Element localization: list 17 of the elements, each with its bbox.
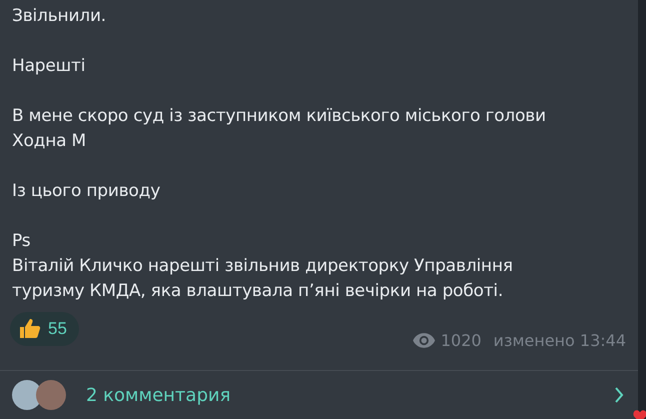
message-text: Звільнили. xyxy=(12,5,108,28)
edited-time: изменено 13:44 xyxy=(493,331,626,350)
thumbs-up-icon xyxy=(18,317,42,341)
avatar xyxy=(36,380,66,410)
message-text: В мене скоро суд із заступником київського міського голови xyxy=(12,105,547,128)
message-text: Нарешті xyxy=(12,55,86,78)
chevron-right-icon xyxy=(614,386,624,404)
comments-link[interactable]: 2 комментария xyxy=(86,384,614,406)
thumbs-up-reaction[interactable]: 55 xyxy=(10,312,79,346)
message-text: Із цього приводу xyxy=(12,180,162,203)
eye-icon xyxy=(412,333,435,348)
view-count: 1020 xyxy=(440,331,482,350)
message-text: туризму КМДА, яка влаштувала п’яні вечірки на роботі. xyxy=(12,280,504,303)
message-text: Ходна М xyxy=(12,130,88,153)
comments-bar[interactable]: 2 комментария xyxy=(0,370,638,419)
message-text: Віталій Кличко нарешті звільнив директорку Управління xyxy=(12,255,514,278)
message-text: Ps xyxy=(12,230,32,253)
